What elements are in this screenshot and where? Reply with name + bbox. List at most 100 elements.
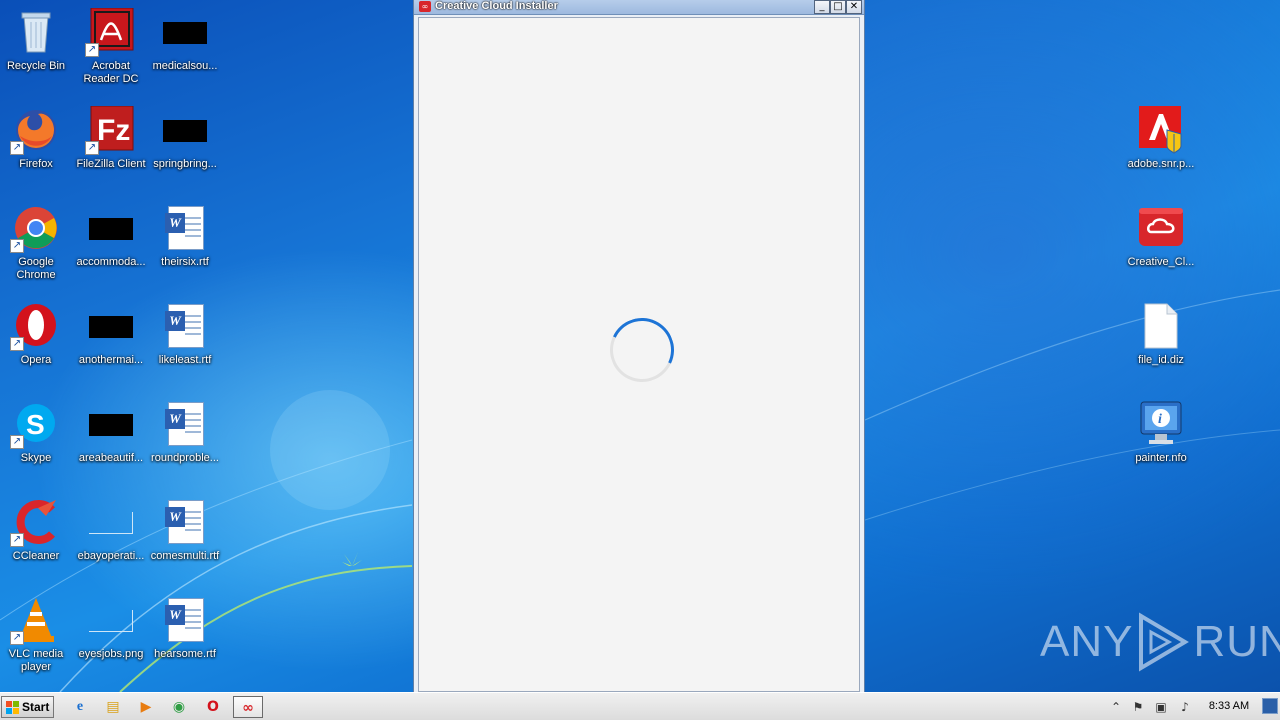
installer-window: ∞ Creative Cloud Installer _ □ ✕ — [413, 0, 865, 694]
loading-spinner-icon — [600, 308, 684, 392]
show-desktop-button[interactable] — [1262, 698, 1278, 714]
chrome-taskbar-icon[interactable]: ◉ — [166, 696, 192, 718]
skype-icon: S ↗ — [10, 400, 60, 449]
taskbar: Start e ▤ ▶ ◉ O ∞ ⌃ ⚑ ▣ ♪ 8:33 AM — [0, 692, 1280, 720]
desktop-icon-label: comesmulti.rtf — [150, 550, 220, 562]
desktop-icon-recycle-bin[interactable]: Recycle Bin — [0, 8, 74, 73]
desktop-icon-label: VLC media player — [8, 648, 64, 673]
firefox-icon: ↗ — [10, 106, 60, 155]
blank-file-icon — [1137, 302, 1185, 350]
black-thumbnail-icon — [161, 8, 209, 56]
window-title: Creative Cloud Installer — [435, 0, 558, 12]
action-center-flag-icon[interactable]: ⚑ — [1130, 699, 1146, 715]
desktop-icon-label: anothermai... — [78, 354, 144, 366]
desktop-icon-label: painter.nfo — [1135, 452, 1187, 464]
word-document-icon: W — [161, 400, 209, 448]
opera-taskbar-icon[interactable]: O — [200, 696, 226, 718]
black-thumbnail-icon — [161, 106, 209, 154]
desktop-icon-ccleaner[interactable]: ↗ CCleaner — [0, 498, 74, 563]
desktop-icon-theirsix[interactable]: W theirsix.rtf — [147, 204, 223, 269]
desktop-icon-vlc[interactable]: ↗ VLC media player — [0, 596, 74, 674]
clock[interactable]: 8:33 AM — [1200, 700, 1258, 712]
desktop-icon-hearsome[interactable]: W hearsome.rtf — [147, 596, 223, 661]
adobe-installer-icon — [1137, 106, 1185, 154]
shortcut-arrow-icon: ↗ — [10, 435, 24, 449]
desktop-icon-label: roundproble... — [151, 452, 219, 464]
desktop-icon-label: Recycle Bin — [6, 60, 66, 72]
window-titlebar[interactable]: ∞ Creative Cloud Installer _ □ ✕ — [414, 0, 864, 15]
creative-cloud-app-icon: ∞ — [419, 1, 431, 12]
acrobat-icon: ↗ — [85, 7, 135, 57]
desktop-icon-accommoda[interactable]: accommoda... — [73, 204, 149, 269]
desktop-icon-label: accommoda... — [76, 256, 146, 268]
black-thumbnail-icon — [87, 204, 135, 252]
desktop-icon-label: hearsome.rtf — [154, 648, 216, 660]
desktop-icon-label: file_id.diz — [1138, 354, 1184, 366]
maximize-button[interactable]: □ — [830, 0, 846, 14]
show-hidden-icons-button[interactable]: ⌃ — [1108, 699, 1124, 715]
desktop-icon-label: theirsix.rtf — [161, 256, 209, 268]
close-button[interactable]: ✕ — [846, 0, 862, 14]
shortcut-arrow-icon: ↗ — [85, 141, 99, 155]
word-document-icon: W — [161, 302, 209, 350]
desktop-icon-firefox[interactable]: ↗ Firefox — [0, 106, 74, 171]
desktop-icon-painter-nfo[interactable]: i painter.nfo — [1123, 400, 1199, 465]
desktop-icon-label: ebayoperati... — [77, 550, 145, 562]
anyrun-watermark: ANY RUN — [1040, 612, 1280, 672]
desktop-icon-medicalsou[interactable]: medicalsou... — [147, 8, 223, 73]
minimize-button[interactable]: _ — [814, 0, 830, 14]
word-document-icon: W — [161, 204, 209, 252]
desktop-icon-label: CCleaner — [12, 550, 60, 562]
word-document-icon: W — [161, 498, 209, 546]
desktop-icon-label: medicalsou... — [152, 60, 218, 72]
shortcut-arrow-icon: ↗ — [10, 533, 24, 547]
opera-icon: ↗ — [10, 302, 60, 351]
creative-cloud-taskbar-icon[interactable]: ∞ — [233, 696, 263, 718]
media-player-icon[interactable]: ▶ — [133, 696, 159, 718]
black-thumbnail-icon — [87, 302, 135, 350]
desktop-icon-skype[interactable]: S ↗ Skype — [0, 400, 74, 465]
desktop-icon-label: eyesjobs.png — [78, 648, 144, 660]
network-icon[interactable]: ▣ — [1153, 699, 1169, 715]
desktop-icon-label: adobe.snr.p... — [1127, 158, 1195, 170]
desktop-icon-anothermai[interactable]: anothermai... — [73, 302, 149, 367]
internet-explorer-icon[interactable]: e — [67, 696, 93, 718]
play-logo-icon — [1139, 612, 1190, 672]
ccleaner-icon: ↗ — [10, 498, 60, 547]
desktop-icon-label: areabeautif... — [78, 452, 144, 464]
desktop-icon-comesmulti[interactable]: W comesmulti.rtf — [147, 498, 223, 563]
blank-thumbnail-icon — [87, 498, 135, 546]
desktop-icon-eyesjobs[interactable]: eyesjobs.png — [73, 596, 149, 661]
shortcut-arrow-icon: ↗ — [10, 631, 24, 645]
watermark-text-right: RUN — [1193, 617, 1280, 666]
installer-content — [418, 17, 860, 692]
desktop-icon-label: springbring... — [153, 158, 217, 170]
desktop-icon-creative-cloud[interactable]: Creative_Cl... — [1123, 204, 1199, 269]
desktop-icon-ebayoperati[interactable]: ebayoperati... — [73, 498, 149, 563]
start-button[interactable]: Start — [1, 696, 54, 718]
desktop-icon-filezilla[interactable]: Fz ↗ FileZilla Client — [73, 105, 149, 171]
desktop-icon-file-id-diz[interactable]: file_id.diz — [1123, 302, 1199, 367]
svg-text:i: i — [1158, 412, 1162, 427]
desktop-icon-label: Firefox — [19, 158, 53, 170]
desktop-icon-label: Opera — [20, 354, 52, 366]
desktop-icon-springbring[interactable]: springbring... — [147, 106, 223, 171]
volume-icon[interactable]: ♪ — [1177, 699, 1193, 715]
creative-cloud-icon — [1137, 204, 1185, 252]
desktop-icon-likeleast[interactable]: W likeleast.rtf — [147, 302, 223, 367]
desktop-icon-acrobat-reader[interactable]: ↗ Acrobat Reader DC — [73, 7, 149, 86]
shortcut-arrow-icon: ↗ — [10, 337, 24, 351]
desktop-icon-areabeautif[interactable]: areabeautif... — [73, 400, 149, 465]
desktop-icon-roundproble[interactable]: W roundproble... — [147, 400, 223, 465]
desktop-icon-opera[interactable]: ↗ Opera — [0, 302, 74, 367]
desktop-icon-adobe-snr[interactable]: adobe.snr.p... — [1123, 106, 1199, 171]
shortcut-arrow-icon: ↗ — [85, 43, 99, 57]
black-thumbnail-icon — [87, 400, 135, 448]
windows-flag-icon — [6, 701, 19, 714]
start-label: Start — [22, 700, 50, 714]
word-document-icon: W — [161, 596, 209, 644]
windows-explorer-icon[interactable]: ▤ — [100, 696, 126, 718]
vlc-icon: ↗ — [10, 596, 60, 645]
desktop-icon-google-chrome[interactable]: ↗ Google Chrome — [0, 204, 74, 282]
watermark-text-left: ANY — [1040, 617, 1134, 666]
